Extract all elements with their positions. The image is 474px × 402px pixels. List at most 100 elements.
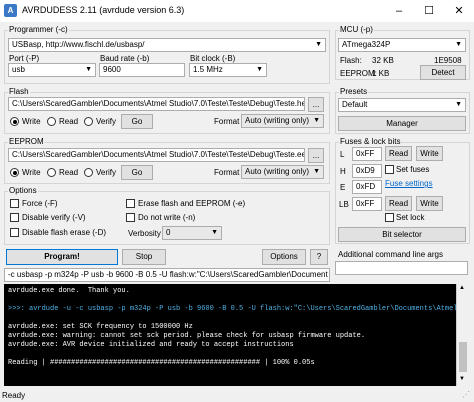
scroll-thumb[interactable] [459, 342, 467, 372]
eeprom-go-button[interactable]: Go [121, 165, 153, 180]
lock-read-button[interactable]: Read [385, 196, 412, 211]
status-bar: Ready ⋰ [0, 388, 474, 402]
eeprom-file-input[interactable]: C:\Users\ScaredGambler\Documents\Atmel S… [8, 148, 305, 162]
eeprom-verify-label: Verify [96, 168, 117, 177]
eeprom-group-label: EEPROM [8, 137, 45, 146]
mcu-select-value: ATmega324P [342, 40, 391, 49]
mcu-flash-value: 32 KB [372, 56, 394, 65]
flash-verify-radio[interactable] [84, 117, 93, 126]
help-button[interactable]: ? [310, 249, 328, 265]
eeprom-browse-button[interactable]: ... [308, 148, 324, 163]
mcu-group-label: MCU (-p) [339, 25, 374, 34]
chevron-down-icon: ▼ [85, 66, 92, 73]
fuse-lb-input[interactable]: 0xFF [352, 197, 382, 211]
erase-checkbox[interactable] [126, 199, 135, 208]
chevron-down-icon: ▼ [313, 168, 320, 175]
presets-select-value: Default [342, 100, 368, 109]
scroll-up-icon[interactable]: ▲ [459, 285, 465, 291]
flash-format-label: Format [214, 117, 240, 126]
fuses-read-button[interactable]: Read [385, 146, 412, 161]
disable-verify-checkbox[interactable] [10, 213, 19, 222]
disable-flash-erase-checkbox[interactable] [10, 228, 19, 237]
fuse-h-input[interactable]: 0xD9 [352, 164, 382, 178]
presets-group-label: Presets [339, 87, 369, 96]
erase-label: Erase flash and EEPROM (-e) [138, 199, 246, 208]
chevron-down-icon: ▼ [256, 66, 263, 73]
presets-select[interactable]: Default ▼ [338, 98, 466, 112]
lock-write-button[interactable]: Write [416, 196, 443, 211]
manager-button[interactable]: Manager [338, 116, 466, 131]
mcu-signature: 1E9508 [434, 56, 462, 65]
force-checkbox[interactable] [10, 199, 19, 208]
additional-args-label: Additional command line args [338, 250, 443, 259]
flash-write-radio[interactable] [10, 117, 19, 126]
options-button[interactable]: Options [262, 249, 306, 265]
no-write-checkbox[interactable] [126, 213, 135, 222]
flash-format-select[interactable]: Auto (writing only) ▼ [241, 114, 324, 128]
port-select-value: usb [12, 65, 25, 74]
flash-read-label: Read [59, 117, 79, 126]
fuses-write-button[interactable]: Write [416, 146, 443, 161]
fuses-group-label: Fuses & lock bits [339, 137, 402, 146]
eeprom-format-select[interactable]: Auto (writing only) ▼ [241, 165, 324, 179]
additional-args-input[interactable] [335, 261, 468, 275]
window-title: AVRDUDESS 2.11 (avrdude version 6.3) [22, 5, 185, 15]
fuse-l-input[interactable]: 0xFF [352, 147, 382, 161]
verbosity-select[interactable]: 0 ▼ [162, 226, 222, 240]
flash-write-label: Write [22, 117, 41, 126]
eeprom-read-label: Read [59, 168, 79, 177]
command-line-preview[interactable]: -c usbasp -p m324p -P usb -b 9600 -B 0.5… [4, 268, 330, 282]
set-fuses-label: Set fuses [396, 165, 430, 174]
programmer-select-value: USBasp, http://www.fischl.de/usbasp/ [12, 40, 145, 49]
status-text: Ready [2, 391, 26, 400]
console-line: avrdude.exe: warning: cannot set sck per… [8, 332, 366, 340]
program-button[interactable]: Program! [6, 249, 118, 265]
bit-selector-button[interactable]: Bit selector [338, 227, 466, 242]
eeprom-write-radio[interactable] [10, 168, 19, 177]
set-lock-checkbox[interactable] [385, 213, 394, 222]
disable-verify-label: Disable verify (-V) [22, 213, 86, 222]
chevron-down-icon: ▼ [315, 41, 322, 48]
chevron-down-icon: ▼ [313, 117, 320, 124]
maximize-button[interactable]: ☐ [414, 0, 444, 22]
fuse-e-label: E [340, 183, 346, 192]
console-line: avrdude.exe done. Thank you. [8, 287, 130, 295]
bit-clock-select[interactable]: 1.5 MHz ▼ [189, 63, 267, 77]
scroll-down-icon[interactable]: ▼ [459, 376, 465, 382]
detect-button[interactable]: Detect [420, 65, 466, 80]
eeprom-write-label: Write [22, 168, 41, 177]
minimize-button[interactable]: – [384, 0, 414, 22]
eeprom-format-label: Format [214, 168, 240, 177]
flash-verify-label: Verify [96, 117, 117, 126]
mcu-select[interactable]: ATmega324P ▼ [338, 38, 466, 52]
programmer-select[interactable]: USBasp, http://www.fischl.de/usbasp/ ▼ [8, 38, 326, 52]
programmer-group-label: Programmer (-c) [8, 25, 69, 34]
stop-button[interactable]: Stop [122, 249, 166, 265]
fuse-e-input[interactable]: 0xFD [352, 180, 382, 194]
chevron-down-icon: ▼ [211, 229, 218, 236]
disable-flash-erase-label: Disable flash erase (-D) [22, 228, 107, 237]
close-button[interactable]: ✕ [444, 0, 474, 22]
flash-format-value: Auto (writing only) [245, 116, 310, 125]
port-label: Port (-P) [9, 54, 40, 63]
console-line: avrdude.exe: AVR device initialized and … [8, 341, 294, 349]
baud-rate-input[interactable]: 9600 [99, 63, 185, 77]
eeprom-read-radio[interactable] [47, 168, 56, 177]
flash-file-input[interactable]: C:\Users\ScaredGambler\Documents\Atmel S… [8, 97, 305, 111]
flash-group-label: Flash [8, 87, 30, 96]
port-select[interactable]: usb ▼ [8, 63, 96, 77]
flash-read-radio[interactable] [47, 117, 56, 126]
console-scrollbar[interactable]: ▲ ▼ [456, 284, 468, 386]
set-fuses-checkbox[interactable] [385, 165, 394, 174]
fuse-settings-link[interactable]: Fuse settings [385, 179, 433, 188]
eeprom-verify-radio[interactable] [84, 168, 93, 177]
flash-browse-button[interactable]: ... [308, 97, 324, 112]
fuse-l-label: L [340, 150, 345, 159]
flash-go-button[interactable]: Go [121, 114, 153, 129]
chevron-down-icon: ▼ [455, 101, 462, 108]
console-output: avrdude.exe done. Thank you. >>>: avrdud… [4, 284, 468, 386]
eeprom-format-value: Auto (writing only) [245, 167, 310, 176]
resize-grip-icon[interactable]: ⋰ [462, 390, 470, 399]
